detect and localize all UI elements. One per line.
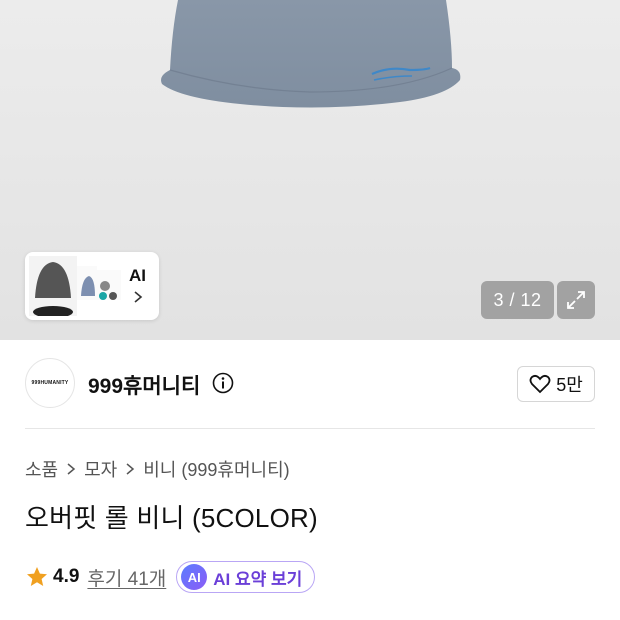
heart-icon — [529, 374, 551, 394]
chevron-right-icon — [126, 463, 135, 475]
image-counter: 3 / 12 — [481, 281, 554, 319]
breadcrumb-item[interactable]: 모자 — [84, 456, 117, 482]
reviews-link[interactable]: 후기 41개 — [87, 564, 166, 591]
chevron-right-icon — [67, 463, 76, 475]
chevron-right-icon — [134, 291, 143, 303]
divider — [25, 428, 595, 429]
rating-score: 4.9 — [53, 566, 80, 587]
ai-summary-label: AI 요약 보기 — [213, 569, 303, 589]
info-icon[interactable] — [212, 372, 234, 394]
store-logo[interactable]: 999HUMANITY — [25, 358, 75, 408]
expand-icon — [567, 291, 585, 309]
like-count: 5만 — [556, 375, 583, 395]
ai-summary-button[interactable]: AI AI 요약 보기 — [176, 561, 316, 593]
ai-preview-label: AI — [129, 266, 146, 285]
like-button[interactable]: 5만 — [517, 366, 595, 402]
ai-preview-card[interactable]: AI — [25, 252, 159, 320]
breadcrumb: 소품 모자 비니 (999휴머니티) — [25, 456, 290, 482]
store-name[interactable]: 999휴머니티 — [88, 370, 200, 400]
expand-button[interactable] — [557, 281, 595, 319]
ai-badge-icon: AI — [181, 564, 208, 590]
thumbnail-collage — [29, 256, 121, 316]
rating-row: 4.9 후기 41개 AI AI 요약 보기 — [25, 560, 316, 594]
product-image-area[interactable]: AI 3 / 12 — [0, 0, 620, 340]
breadcrumb-item[interactable]: 소품 — [25, 456, 58, 482]
product-title: 오버핏 롤 비니 (5COLOR) — [25, 503, 318, 533]
store-row: 999HUMANITY 999휴머니티 5만 — [25, 358, 595, 410]
breadcrumb-item[interactable]: 비니 (999휴머니티) — [143, 456, 289, 482]
star-icon — [27, 567, 47, 586]
